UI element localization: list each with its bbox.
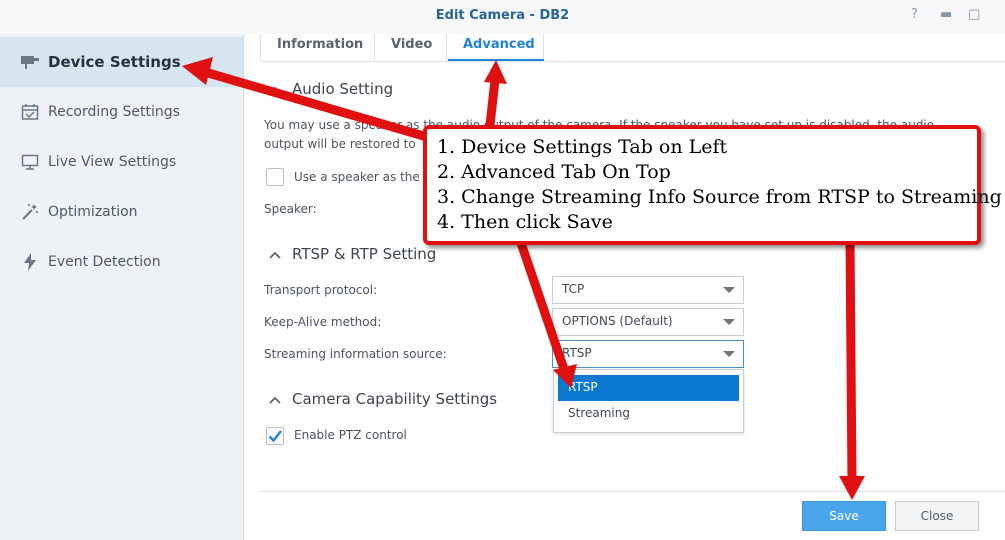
arrow-to-advanced-tab (485, 75, 500, 130)
arrow-to-device-settings (200, 67, 432, 142)
annotation-line: 4. Then click Save (437, 211, 613, 233)
arrowhead-icon (182, 57, 213, 85)
arrowhead-icon (553, 364, 577, 388)
annotation-arrows (182, 57, 865, 500)
annotation-line: 3. Change Streaming Info Source from RTS… (437, 186, 1002, 208)
annotation-line: 1. Device Settings Tab on Left (437, 136, 728, 158)
annotation-line: 2. Advanced Tab On Top (437, 161, 671, 183)
arrow-to-save (845, 235, 857, 487)
annotation-callout: 1. Device Settings Tab on Left 2. Advanc… (423, 125, 1002, 245)
arrow-to-streaming-source (515, 235, 570, 377)
arrowhead-icon (484, 60, 507, 84)
arrowhead-icon (839, 476, 865, 500)
